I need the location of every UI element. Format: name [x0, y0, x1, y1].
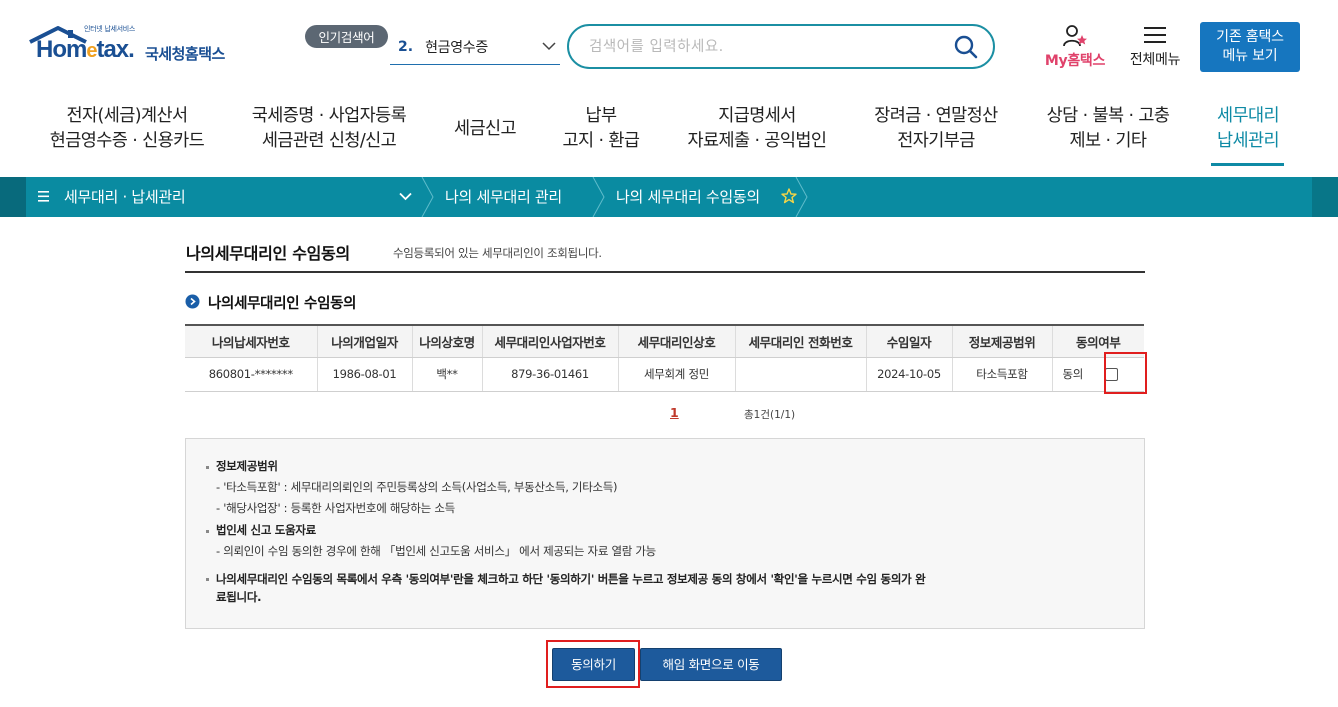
cell-agent-name: 세무회계 정민	[618, 357, 736, 392]
cell-agent-phone	[735, 357, 867, 392]
col-open-date: 나의개업일자	[317, 324, 413, 358]
go-release-button[interactable]: 해임 화면으로 이동	[640, 648, 782, 681]
page-link-1[interactable]: 1	[670, 405, 679, 420]
breadcrumb-right-edge	[1312, 177, 1338, 217]
breadcrumb-separator-icon	[421, 177, 434, 217]
title-divider	[185, 271, 1145, 273]
breadcrumb-level2[interactable]: 나의 세무대리 관리	[445, 186, 562, 207]
info-heading-scope: 정보제공범위	[216, 459, 278, 473]
info-box: 정보제공범위 - '타소득포함' : 세무대리의뢰인의 주민등록상의 소득(사업…	[185, 438, 1145, 629]
gnb-consult[interactable]: 상담 · 불복 · 고충 제보 · 기타	[1038, 104, 1178, 154]
hamburger-icon	[1144, 27, 1166, 43]
gnb-certificate[interactable]: 국세증명 · 사업자등록 세금관련 신청/신고	[244, 104, 414, 154]
info-line-business: - '해당사업장' : 등록한 사업자번호에 해당하는 소득	[216, 501, 455, 515]
section-title: 나의세무대리인 수임동의	[208, 296, 357, 312]
hometax-logo[interactable]: 인터넷 납세서비스 Hometax. 국세청홈택스	[28, 24, 243, 74]
breadcrumb-left-edge	[0, 177, 26, 217]
info-bullet	[206, 530, 209, 533]
all-menu-label: 전체메뉴	[1129, 52, 1181, 68]
chevron-down-icon[interactable]	[399, 192, 412, 201]
legacy-line1: 기존 홈택스	[1216, 29, 1284, 45]
breadcrumb-separator-icon	[795, 177, 808, 217]
page-title: 나의세무대리인 수임동의	[186, 244, 350, 263]
user-star-icon	[1063, 25, 1087, 47]
info-line-corporate: - 의뢰인이 수임 동의한 경우에 한해 「법인세 신고도움 서비스」 에서 제…	[216, 544, 656, 558]
cell-trade-name: 백**	[412, 357, 483, 392]
logo-korean-name: 국세청홈택스	[145, 45, 225, 63]
page-description: 수임등록되어 있는 세무대리인이 조회됩니다.	[393, 246, 602, 260]
section-bullet-icon	[185, 294, 200, 309]
my-hometax-label: My홈택스	[1044, 53, 1106, 69]
info-instruction: 나의세무대리인 수임동의 목록에서 우측 '동의여부'란을 체크하고 하단 '동…	[216, 572, 926, 586]
info-heading-corporate: 법인세 신고 도움자료	[216, 523, 316, 537]
col-trade-name: 나의상호명	[412, 324, 483, 358]
pager-total: 총1건(1/1)	[744, 409, 796, 421]
col-appointment-date: 수임일자	[866, 324, 953, 358]
legacy-line2: 메뉴 보기	[1222, 48, 1278, 64]
breadcrumb-separator-icon	[592, 177, 605, 217]
gnb-incentive[interactable]: 장려금 · 연말정산 전자기부금	[866, 104, 1006, 154]
info-bullet	[206, 466, 209, 469]
info-bullet	[206, 578, 209, 581]
gnb-tax-report[interactable]: 세금신고	[448, 117, 522, 142]
cell-appointment-date: 2024-10-05	[866, 357, 953, 392]
search-box	[567, 24, 995, 69]
logo-subtitle: 인터넷 납세서비스	[84, 25, 136, 33]
info-instruction-cont: 료됩니다.	[216, 590, 262, 604]
agent-table: 나의납세자번호 나의개업일자 나의상호명 세무대리인사업자번호 세무대리인상호 …	[185, 324, 1144, 392]
agree-button-highlight	[546, 640, 640, 688]
col-agent-bizno: 세무대리인사업자번호	[482, 324, 619, 358]
col-info-scope: 정보제공범위	[952, 324, 1053, 358]
col-agent-name: 세무대리인상호	[618, 324, 736, 358]
cell-info-scope: 타소득포함	[952, 357, 1053, 392]
cell-open-date: 1986-08-01	[317, 357, 413, 392]
popular-search-badge: 인기검색어	[305, 25, 388, 48]
table-row: 860801-******* 1986-08-01 백** 879-36-014…	[185, 357, 1144, 392]
chevron-down-icon	[542, 42, 556, 51]
checkbox-highlight	[1104, 352, 1147, 394]
search-icon[interactable]	[953, 34, 979, 60]
gnb-payment[interactable]: 납부 고지 · 환급	[556, 104, 646, 154]
all-menu-button[interactable]: 전체메뉴	[1122, 26, 1188, 70]
menu-icon	[38, 191, 49, 202]
table-header-row: 나의납세자번호 나의개업일자 나의상호명 세무대리인사업자번호 세무대리인상호 …	[185, 324, 1144, 358]
gnb-e-invoice[interactable]: 전자(세금)계산서 현금영수증 · 신용카드	[44, 104, 210, 154]
breadcrumb-level3[interactable]: 나의 세무대리 수임동의	[616, 186, 760, 207]
col-taxpayer-no: 나의납세자번호	[185, 324, 318, 358]
search-input[interactable]	[589, 35, 939, 59]
popular-search-select[interactable]: 2. 현금영수증	[390, 30, 560, 65]
gnb-tax-agent[interactable]: 세무대리 납세관리	[1208, 104, 1288, 154]
col-agent-phone: 세무대리인 전화번호	[735, 324, 867, 358]
logo-wordmark: Hometax.	[36, 36, 135, 63]
cell-taxpayer-no: 860801-*******	[185, 357, 318, 392]
popular-rank: 2.	[398, 39, 414, 55]
legacy-menu-button[interactable]: 기존 홈택스 메뉴 보기	[1200, 22, 1300, 72]
cell-agent-bizno: 879-36-01461	[482, 357, 619, 392]
my-hometax-link[interactable]: My홈택스	[1040, 24, 1110, 70]
gnb-active-underline	[1211, 163, 1284, 166]
info-line-other-income: - '타소득포함' : 세무대리의뢰인의 주민등록상의 소득(사업소득, 부동산…	[216, 480, 618, 494]
consent-label: 동의	[1062, 367, 1084, 381]
popular-term: 현금영수증	[425, 40, 488, 56]
gnb-payment-statement[interactable]: 지급명세서 자료제출 · 공익법인	[680, 104, 834, 154]
breadcrumb-menu[interactable]: 세무대리 · 납세관리	[64, 186, 186, 207]
